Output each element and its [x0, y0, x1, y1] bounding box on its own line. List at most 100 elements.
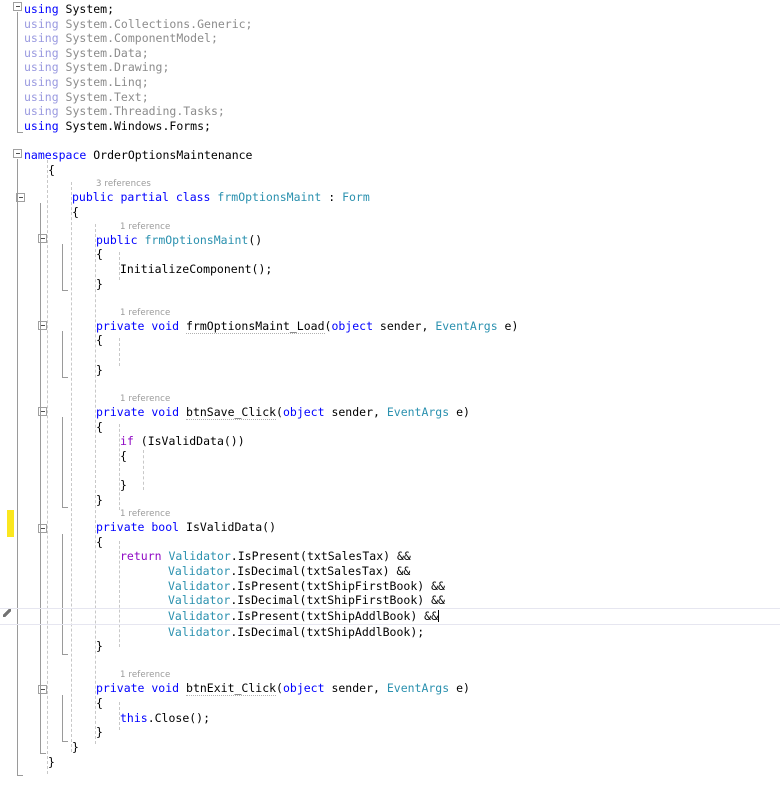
code-line[interactable]: private void btnSave_Click(object sender…	[0, 404, 780, 420]
code-line[interactable]: this.Close();	[0, 711, 780, 726]
code-token: System.ComponentModel;	[58, 31, 218, 46]
code-line[interactable]: private void frmOptionsMaint_Load(object…	[0, 318, 780, 334]
code-token: frmOptionsMaint	[217, 190, 322, 205]
code-line[interactable]: private bool IsValidData()	[0, 520, 780, 535]
code-line[interactable]: private void btnExit_Click(object sender…	[0, 681, 780, 697]
code-line[interactable]: }	[0, 639, 780, 654]
code-token: object	[282, 681, 325, 696]
code-line[interactable]: using System.Text;	[0, 90, 780, 105]
code-line[interactable]: Validator.IsDecimal(txtShipAddlBook);	[0, 625, 780, 640]
code-line[interactable]: {	[0, 333, 780, 348]
code-line[interactable]: using System.Windows.Forms;	[0, 119, 780, 134]
code-token: using	[24, 31, 59, 46]
code-token: .IsPresent(txtShipAddlBook) &&	[230, 608, 439, 623]
code-token: EventArgs	[386, 404, 450, 419]
code-line[interactable]: {	[0, 449, 780, 464]
code-token: System.Drawing;	[58, 60, 170, 75]
code-token: private void	[96, 681, 180, 696]
code-line[interactable]: using System;	[0, 2, 780, 17]
code-line[interactable]	[0, 348, 780, 363]
code-editor-surface[interactable]: using System; using System.Collections.Ge…	[0, 0, 780, 812]
code-line[interactable]: if (IsValidData())	[0, 434, 780, 449]
code-line[interactable]: }	[0, 725, 780, 740]
code-line[interactable]: Validator.IsPresent(txtShipFirstBook) &&	[0, 579, 780, 594]
code-token: {	[48, 162, 55, 177]
code-line[interactable]: public partial class frmOptionsMaint : F…	[0, 190, 780, 205]
code-token: frmOptionsMaint_Load	[186, 318, 325, 334]
code-token: IsValidData()	[179, 520, 277, 535]
code-token: e)	[497, 318, 519, 333]
code-line-active[interactable]: Validator.IsPresent(txtShipAddlBook) &&	[0, 607, 780, 625]
code-line[interactable]	[0, 654, 780, 669]
code-line[interactable]: }	[0, 493, 780, 508]
code-token: }	[96, 492, 103, 507]
code-line[interactable]	[0, 377, 780, 392]
code-token: System.Windows.Forms;	[58, 118, 211, 133]
code-token: private bool	[96, 520, 180, 535]
code-token: (	[276, 681, 283, 696]
code-token: Validator	[168, 549, 231, 564]
code-line[interactable]: public frmOptionsMaint()	[0, 233, 780, 248]
code-token: public partial class	[72, 190, 211, 205]
code-token: {	[72, 205, 79, 220]
code-line[interactable]	[0, 291, 780, 306]
code-token: }	[96, 276, 103, 291]
code-line[interactable]: }	[0, 363, 780, 378]
code-line[interactable]: namespace OrderOptionsMaintenance	[0, 148, 780, 163]
code-token: e)	[449, 681, 470, 696]
code-line[interactable]: using System.Linq;	[0, 75, 780, 90]
code-token: ()	[248, 232, 263, 247]
code-token: System;	[58, 2, 115, 16]
code-line[interactable]: {	[0, 696, 780, 711]
code-line[interactable]: Validator.IsDecimal(txtShipFirstBook) &&	[0, 593, 780, 608]
code-line[interactable]: }	[0, 740, 780, 755]
code-line[interactable]: {	[0, 420, 780, 435]
code-line[interactable]: Validator.IsDecimal(txtSalesTax) &&	[0, 564, 780, 579]
code-token: e)	[449, 404, 470, 419]
code-token: sender,	[324, 404, 387, 419]
code-line[interactable]: }	[0, 277, 780, 292]
code-token: return	[120, 549, 162, 564]
code-token: Form	[342, 190, 370, 205]
code-token: :	[321, 190, 343, 205]
code-token: using	[24, 45, 59, 60]
code-token: .IsDecimal(txtShipAddlBook);	[230, 624, 425, 639]
code-line[interactable]: return Validator.IsPresent(txtSalesTax) …	[0, 549, 780, 564]
code-token: System.Collections.Generic;	[58, 16, 253, 31]
code-token: public	[96, 232, 138, 247]
code-token: Validator	[168, 564, 231, 579]
code-token: private void	[96, 318, 180, 333]
text-caret	[437, 609, 439, 622]
code-line[interactable]: using System.ComponentModel;	[0, 31, 780, 46]
code-line[interactable]: {	[0, 205, 780, 220]
code-token: .IsDecimal(txtSalesTax) &&	[230, 564, 411, 579]
code-token: private void	[96, 404, 180, 419]
code-token: using	[24, 2, 59, 16]
code-token: if	[120, 434, 134, 449]
code-line[interactable]	[0, 463, 780, 478]
code-line[interactable]: using System.Threading.Tasks;	[0, 104, 780, 119]
code-token: using	[24, 104, 59, 119]
code-line[interactable]: }	[0, 478, 780, 493]
code-line[interactable]: using System.Data;	[0, 46, 780, 61]
code-line[interactable]: {	[0, 247, 780, 262]
code-line[interactable]: {	[0, 535, 780, 550]
code-line[interactable]: }	[0, 755, 780, 770]
code-line[interactable]: {	[0, 163, 780, 178]
code-line[interactable]	[0, 134, 780, 149]
code-token: using	[24, 89, 59, 104]
code-token: object	[282, 404, 325, 419]
code-token: System.Threading.Tasks;	[58, 104, 225, 119]
code-token: {	[120, 448, 127, 463]
code-token: System.Text;	[58, 89, 149, 104]
code-line[interactable]: InitializeComponent();	[0, 262, 780, 277]
code-token: btnSave_Click	[186, 404, 277, 420]
code-line[interactable]: using System.Collections.Generic;	[0, 17, 780, 32]
code-token: (	[276, 404, 283, 419]
code-line[interactable]: using System.Drawing;	[0, 60, 780, 75]
code-token: InitializeComponent();	[120, 261, 273, 276]
code-token: }	[96, 362, 103, 377]
code-token: object	[331, 318, 373, 333]
